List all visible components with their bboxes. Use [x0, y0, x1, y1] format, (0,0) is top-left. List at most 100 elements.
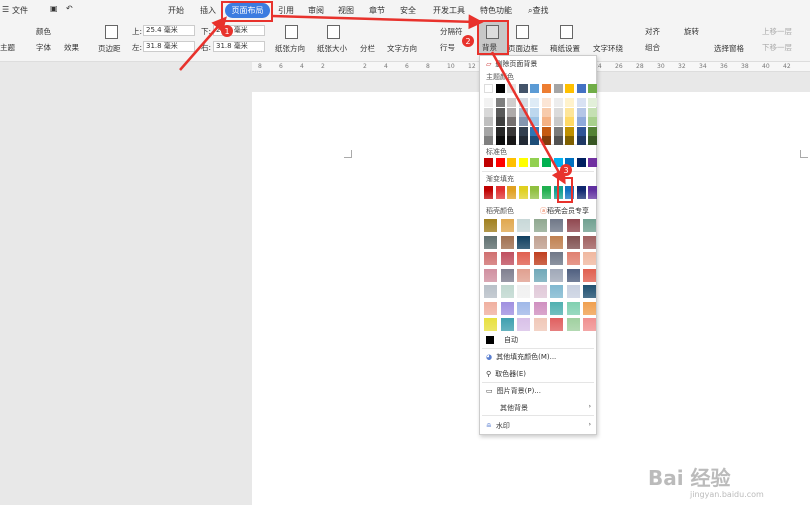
shade-swatch[interactable]	[588, 136, 598, 145]
standard-color-swatch[interactable]	[495, 158, 505, 167]
gradient-swatch[interactable]	[495, 186, 505, 199]
shade-swatch[interactable]	[565, 126, 575, 136]
file-menu[interactable]: 文件	[12, 5, 28, 16]
docer-color-swatch[interactable]	[566, 285, 580, 298]
top-margin-input[interactable]: 25.4 毫米	[143, 25, 195, 36]
margin-button[interactable]: 页边距	[98, 43, 121, 54]
text-wrap-button[interactable]: 文字环绕	[593, 43, 623, 54]
shade-swatch[interactable]	[530, 126, 540, 136]
gradient-swatch[interactable]	[530, 186, 540, 199]
docer-color-swatch[interactable]	[550, 235, 563, 249]
gradient-swatch[interactable]	[565, 186, 575, 199]
eyedropper-item[interactable]: ⚲ 取色器(E)	[486, 369, 526, 379]
standard-color-swatch[interactable]	[530, 158, 540, 167]
gradient-swatch[interactable]	[518, 186, 528, 199]
standard-color-swatch[interactable]	[542, 158, 551, 167]
theme-color-swatch[interactable]	[576, 84, 586, 93]
docer-color-swatch[interactable]	[583, 252, 596, 265]
gradient-swatch[interactable]	[484, 186, 493, 199]
remove-background-item[interactable]: ▱ 删除页面背景	[486, 59, 537, 69]
shade-swatch[interactable]	[576, 126, 586, 136]
shade-swatch[interactable]	[588, 126, 598, 136]
color-button[interactable]: 颜色	[36, 26, 51, 37]
gradient-swatch[interactable]	[553, 186, 563, 199]
shade-swatch[interactable]	[495, 126, 505, 136]
theme-color-swatch[interactable]	[530, 84, 540, 93]
align-button[interactable]: 对齐	[645, 26, 660, 37]
more-fill-colors-item[interactable]: ◕ 其他填充颜色(M)...	[486, 352, 556, 362]
shade-swatch[interactable]	[484, 107, 493, 117]
docer-color-swatch[interactable]	[550, 268, 563, 282]
tab-special[interactable]: 特色功能	[480, 5, 512, 16]
shade-swatch[interactable]	[542, 107, 551, 117]
separator-button[interactable]: 分隔符	[440, 26, 463, 37]
tab-home[interactable]: 开始	[168, 5, 184, 16]
paper-size-button[interactable]: 纸张大小	[317, 43, 347, 54]
send-backward-button[interactable]: 下移一层	[762, 42, 792, 53]
font-button[interactable]: 字体	[36, 42, 51, 53]
tab-section[interactable]: 章节	[369, 5, 385, 16]
docer-vip-link[interactable]: ⓐ稻壳会员专享	[540, 206, 589, 216]
shade-swatch[interactable]	[553, 117, 563, 126]
manuscript-button[interactable]: 稿纸设置	[550, 43, 580, 54]
bring-forward-button[interactable]: 上移一层	[762, 26, 792, 37]
right-margin-input[interactable]: 31.8 毫米	[213, 41, 265, 52]
tab-references[interactable]: 引用	[278, 5, 294, 16]
docer-color-swatch[interactable]	[484, 252, 497, 265]
shade-swatch[interactable]	[576, 117, 586, 126]
docer-color-swatch[interactable]	[583, 285, 596, 298]
effect-button[interactable]: 效果	[64, 42, 79, 53]
shade-swatch[interactable]	[565, 107, 575, 117]
standard-color-swatch[interactable]	[507, 158, 517, 167]
standard-color-swatch[interactable]	[484, 158, 493, 167]
shade-swatch[interactable]	[530, 107, 540, 117]
orientation-button[interactable]: 纸张方向	[275, 43, 305, 54]
docer-color-swatch[interactable]	[566, 252, 580, 265]
docer-color-swatch[interactable]	[566, 318, 580, 331]
theme-color-swatch[interactable]	[495, 84, 505, 93]
docer-color-swatch[interactable]	[533, 301, 547, 315]
standard-color-swatch[interactable]	[553, 158, 563, 167]
tab-developer[interactable]: 开发工具	[433, 5, 465, 16]
gradient-swatch[interactable]	[588, 186, 598, 199]
docer-color-swatch[interactable]	[500, 268, 514, 282]
tab-page-layout[interactable]: 页面布局	[225, 3, 270, 18]
docer-color-swatch[interactable]	[533, 268, 547, 282]
shade-swatch[interactable]	[542, 98, 551, 107]
undo-icon[interactable]: ↶	[66, 4, 73, 13]
selection-pane-button[interactable]: 选择窗格	[714, 43, 744, 54]
tab-view[interactable]: 视图	[338, 5, 354, 16]
docer-color-swatch[interactable]	[517, 219, 530, 232]
left-margin-input[interactable]: 31.8 毫米	[143, 41, 195, 52]
columns-button[interactable]: 分栏	[360, 43, 375, 54]
docer-color-swatch[interactable]	[550, 219, 563, 232]
text-direction-button[interactable]: 文字方向	[387, 43, 417, 54]
docer-color-swatch[interactable]	[566, 301, 580, 315]
page-border-button[interactable]: 页面边框	[508, 43, 538, 54]
standard-color-swatch[interactable]	[576, 158, 586, 167]
shade-swatch[interactable]	[495, 107, 505, 117]
docer-color-swatch[interactable]	[484, 301, 497, 315]
shade-swatch[interactable]	[507, 117, 517, 126]
docer-color-swatch[interactable]	[550, 318, 563, 331]
shade-swatch[interactable]	[484, 136, 493, 145]
shade-swatch[interactable]	[530, 117, 540, 126]
docer-color-swatch[interactable]	[500, 301, 514, 315]
docer-color-swatch[interactable]	[517, 252, 530, 265]
standard-color-swatch[interactable]	[518, 158, 528, 167]
docer-color-swatch[interactable]	[484, 285, 497, 298]
shade-swatch[interactable]	[565, 98, 575, 107]
standard-color-swatch[interactable]	[588, 158, 598, 167]
shade-swatch[interactable]	[576, 107, 586, 117]
shade-swatch[interactable]	[518, 98, 528, 107]
shade-swatch[interactable]	[518, 136, 528, 145]
theme-color-swatch[interactable]	[507, 84, 517, 93]
standard-color-swatch[interactable]	[565, 158, 575, 167]
tab-insert[interactable]: 插入	[200, 5, 216, 16]
docer-color-swatch[interactable]	[583, 219, 596, 232]
theme-color-swatch[interactable]	[553, 84, 563, 93]
docer-color-swatch[interactable]	[517, 235, 530, 249]
docer-color-swatch[interactable]	[500, 219, 514, 232]
shade-swatch[interactable]	[553, 136, 563, 145]
shade-swatch[interactable]	[484, 126, 493, 136]
